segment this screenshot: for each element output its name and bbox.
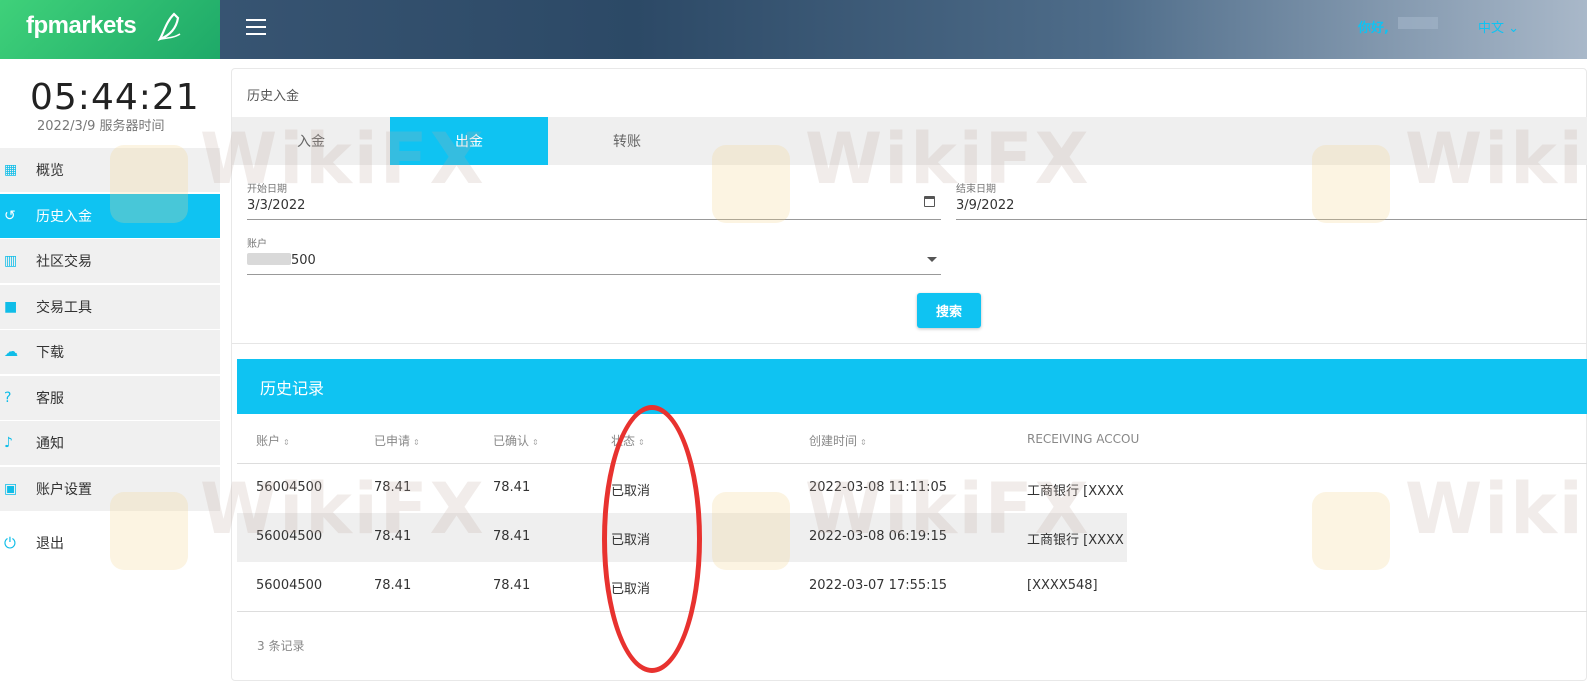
- sidebar-item-label: 通知: [36, 436, 64, 452]
- sidebar: 05:44:21 2022/3/9 服务器时间 ▦ 概览 ↺ 历史入金 ▥ 社区…: [0, 59, 220, 681]
- sail-logo-icon: [157, 12, 181, 42]
- sidebar-item-label: 账户设置: [36, 481, 92, 498]
- col-confirmed[interactable]: 已确认 ⇕: [493, 432, 539, 449]
- table-header: 账户 ⇕ 已申请 ⇕ 已确认 ⇕ 状态 ⇕ 创建时间 ⇕ RECEIVING ACCOU: [237, 414, 1587, 464]
- help-icon: ?: [4, 389, 12, 406]
- end-date-field[interactable]: 结束日期 3/9/2022: [956, 180, 1587, 220]
- account-select[interactable]: 账户 500: [247, 235, 941, 275]
- cell-requested: 78.41: [374, 578, 412, 593]
- records-title: 历史记录: [237, 359, 1587, 414]
- username-redacted: [1398, 17, 1438, 29]
- table-row: 56004500 78.41 78.41 已取消 2022-03-08 11:1…: [237, 464, 1587, 513]
- cell-confirmed: 78.41: [493, 578, 531, 593]
- sidebar-item-trading-tools[interactable]: ■ 交易工具: [0, 284, 220, 329]
- cell-created: 2022-03-08 11:11:05: [809, 480, 948, 495]
- account-label: 账户: [247, 239, 267, 250]
- cell-confirmed: 78.41: [493, 480, 531, 495]
- cell-account: 56004500: [256, 529, 323, 544]
- sidebar-item-social-trading[interactable]: ▥ 社区交易: [0, 239, 220, 283]
- sort-icon: ⇕: [860, 438, 867, 447]
- logout-button[interactable]: ⏻ 退出: [0, 520, 220, 565]
- language-label: 中文: [1478, 21, 1505, 36]
- end-date-value: 3/9/2022: [956, 198, 1015, 213]
- cell-requested: 78.41: [374, 529, 412, 544]
- cell-account: 56004500: [256, 578, 323, 593]
- chevron-down-icon: ⌄: [1508, 21, 1520, 36]
- sidebar-item-overview[interactable]: ▦ 概览: [0, 148, 220, 192]
- logout-label: 退出: [36, 535, 64, 552]
- bell-icon: ♪: [4, 435, 13, 451]
- briefcase-icon: ■: [4, 298, 18, 315]
- sidebar-item-label: 下载: [36, 345, 64, 361]
- tab-bar: 入金 出金 转账: [232, 117, 1587, 165]
- history-records: 历史记录 账户 ⇕ 已申请 ⇕ 已确认 ⇕ 状态 ⇕ 创建时间 ⇕ RECEIVING A…: [237, 359, 1587, 669]
- cell-receiving-account: 工商银行 [XXXX: [1027, 484, 1124, 499]
- sidebar-item-label: 交易工具: [36, 299, 92, 316]
- greeting: 你好,: [1358, 21, 1389, 36]
- sidebar-item-label: 社区交易: [36, 254, 92, 270]
- tab-withdrawal[interactable]: 出金: [390, 117, 548, 165]
- col-status[interactable]: 状态 ⇕: [611, 432, 645, 449]
- sidebar-item-account-settings[interactable]: ▣ 账户设置: [0, 466, 220, 511]
- sidebar-item-label: 历史入金: [36, 208, 92, 225]
- calendar-icon[interactable]: [924, 196, 935, 207]
- end-date-label: 结束日期: [956, 184, 996, 195]
- cell-receiving-account: 工商银行 [XXXX: [1027, 533, 1124, 548]
- sidebar-item-notifications[interactable]: ♪ 通知: [0, 421, 220, 465]
- tab-transfer[interactable]: 转账: [548, 117, 706, 165]
- cell-requested: 78.41: [374, 480, 412, 495]
- page-title: 历史入金: [247, 89, 300, 104]
- sidebar-item-label: 概览: [36, 163, 64, 179]
- cell-created: 2022-03-07 17:55:15: [809, 578, 948, 593]
- history-icon: ↺: [4, 207, 16, 224]
- col-receiving-account[interactable]: RECEIVING ACCOU: [1027, 432, 1139, 446]
- chart-icon: ▥: [4, 253, 18, 269]
- cloud-download-icon: ☁: [4, 344, 18, 360]
- sort-icon: ⇕: [638, 438, 645, 447]
- brand-name: fpmarkets: [26, 12, 137, 39]
- table-row: 56004500 78.41 78.41 已取消 2022-03-08 06:1…: [237, 513, 1587, 562]
- tab-deposit[interactable]: 入金: [232, 117, 390, 165]
- cell-status: 已取消: [611, 533, 651, 548]
- table-row: 56004500 78.41 78.41 已取消 2022-03-07 17:5…: [237, 562, 1587, 611]
- top-bar: fpmarkets 你好, 中文 ⌄: [0, 0, 1587, 59]
- cell-status: 已取消: [611, 484, 651, 499]
- col-account[interactable]: 账户 ⇕: [256, 432, 290, 449]
- main-panel: 历史入金 入金 出金 转账 开始日期 3/3/2022 结束日期 3/9/202…: [231, 68, 1587, 681]
- logo[interactable]: fpmarkets: [0, 0, 220, 59]
- menu-icon[interactable]: [246, 19, 266, 35]
- search-button[interactable]: 搜索: [917, 293, 981, 328]
- account-redacted: [247, 253, 291, 265]
- dashboard-icon: ▦: [4, 162, 18, 178]
- sidebar-item-history[interactable]: ↺ 历史入金: [0, 193, 220, 238]
- start-date-value: 3/3/2022: [247, 198, 306, 213]
- power-icon: ⏻: [4, 533, 16, 552]
- language-select[interactable]: 中文 ⌄: [1478, 17, 1519, 36]
- sidebar-item-download[interactable]: ☁ 下载: [0, 330, 220, 374]
- dropdown-caret-icon[interactable]: [927, 257, 937, 262]
- server-clock: 05:44:21: [30, 77, 200, 118]
- sort-icon: ⇕: [283, 438, 290, 447]
- start-date-label: 开始日期: [247, 184, 287, 195]
- cell-created: 2022-03-08 06:19:15: [809, 529, 948, 544]
- col-requested[interactable]: 已申请 ⇕: [374, 432, 420, 449]
- sort-icon: ⇕: [413, 438, 420, 447]
- sidebar-item-label: 客服: [36, 390, 64, 407]
- sort-icon: ⇕: [532, 438, 539, 447]
- server-date: 2022/3/9 服务器时间: [37, 119, 165, 134]
- divider: [232, 343, 1587, 344]
- cell-receiving-account: [XXXX548]: [1027, 578, 1098, 593]
- account-icon: ▣: [4, 480, 18, 497]
- account-value: 500: [291, 253, 316, 268]
- sidebar-nav: ▦ 概览 ↺ 历史入金 ▥ 社区交易 ■ 交易工具 ☁ 下载 ? 客服 ♪ 通知…: [0, 148, 220, 565]
- cell-status: 已取消: [611, 582, 651, 597]
- record-count: 3 条记录: [257, 639, 305, 653]
- cell-account: 56004500: [256, 480, 323, 495]
- sidebar-item-support[interactable]: ? 客服: [0, 375, 220, 420]
- col-created[interactable]: 创建时间 ⇕: [809, 432, 867, 449]
- start-date-field[interactable]: 开始日期 3/3/2022: [247, 180, 941, 220]
- cell-confirmed: 78.41: [493, 529, 531, 544]
